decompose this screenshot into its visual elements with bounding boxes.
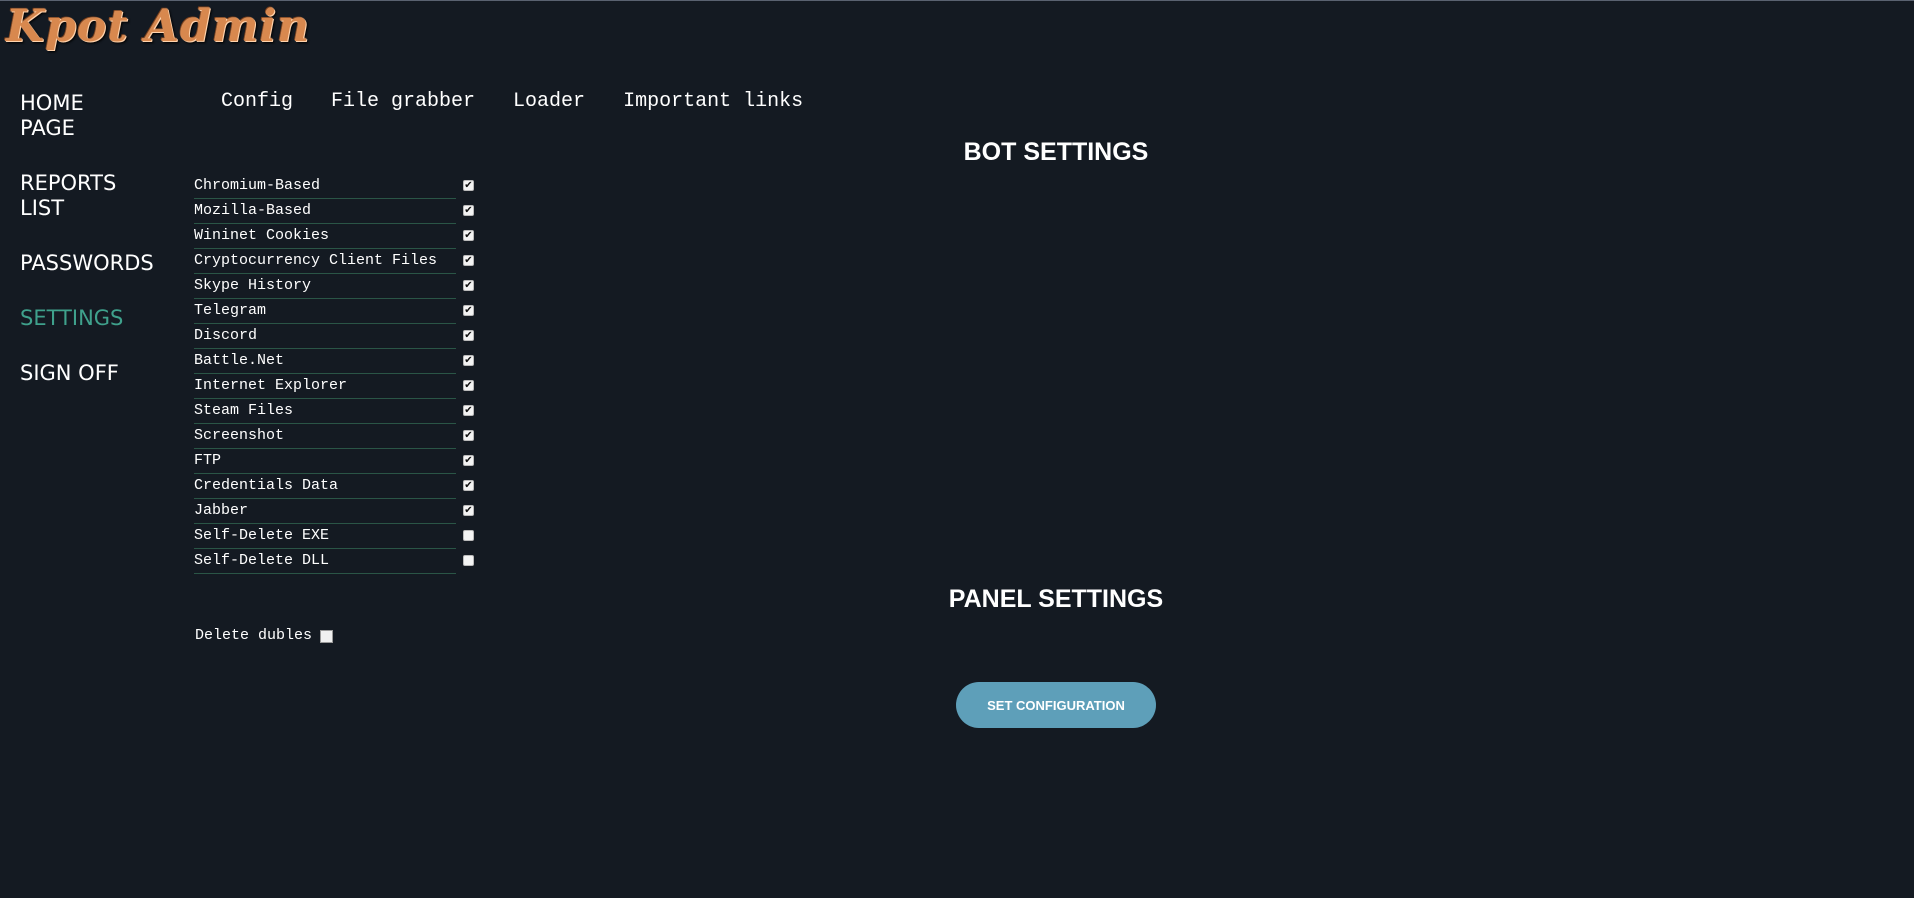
tab-file-grabber[interactable]: File grabber xyxy=(331,89,475,115)
bot-setting-label: Discord xyxy=(194,324,456,349)
bot-setting-checkbox[interactable]: ✔ xyxy=(463,430,474,441)
bot-setting-row: Cryptocurrency Client Files ✔ xyxy=(194,249,484,274)
bot-setting-row: Chromium-Based ✔ xyxy=(194,174,484,199)
bot-setting-row: Jabber ✔ xyxy=(194,499,484,524)
bot-setting-label: Telegram xyxy=(194,299,456,324)
delete-dubles-checkbox[interactable] xyxy=(320,630,334,643)
bot-setting-row: Self-Delete EXE xyxy=(194,524,484,549)
bot-setting-row: Discord ✔ xyxy=(194,324,484,349)
delete-dubles-label: Delete dubles xyxy=(195,627,313,644)
sidebar-item-passwords[interactable]: PASSWORDS xyxy=(20,251,154,276)
bot-setting-row: Battle.Net ✔ xyxy=(194,349,484,374)
bot-setting-checkbox[interactable]: ✔ xyxy=(463,330,474,341)
bot-setting-row: Screenshot ✔ xyxy=(194,424,484,449)
sidebar-item-settings[interactable]: SETTINGS xyxy=(20,306,130,331)
delete-dubles-option: Delete dubles xyxy=(195,627,334,644)
bot-setting-label: Internet Explorer xyxy=(194,374,456,399)
bot-setting-label: Wininet Cookies xyxy=(194,224,456,249)
bot-setting-label: Chromium-Based xyxy=(194,174,456,199)
bot-setting-checkbox[interactable] xyxy=(463,530,474,541)
bot-setting-row: Credentials Data ✔ xyxy=(194,474,484,499)
bot-setting-checkbox[interactable]: ✔ xyxy=(463,380,474,391)
bot-setting-row: Steam Files ✔ xyxy=(194,399,484,424)
bot-setting-checkbox[interactable]: ✔ xyxy=(463,205,474,216)
bot-setting-checkbox[interactable]: ✔ xyxy=(463,355,474,366)
bot-setting-checkbox[interactable] xyxy=(463,555,474,566)
bot-settings-title: BOT SETTINGS xyxy=(963,138,1149,166)
bot-setting-row: FTP ✔ xyxy=(194,449,484,474)
panel-settings-title: PANEL SETTINGS xyxy=(948,585,1164,613)
bot-setting-checkbox[interactable]: ✔ xyxy=(463,280,474,291)
bot-setting-label: Self-Delete DLL xyxy=(194,549,456,574)
tab-config[interactable]: Config xyxy=(221,89,293,115)
bot-setting-checkbox[interactable]: ✔ xyxy=(463,230,474,241)
bot-setting-row: Telegram ✔ xyxy=(194,299,484,324)
bot-setting-checkbox[interactable]: ✔ xyxy=(463,255,474,266)
sidebar-item-sign-off[interactable]: SIGN OFF xyxy=(20,361,130,386)
sidebar-item-home-page[interactable]: HOME PAGE xyxy=(20,91,130,141)
bot-setting-checkbox[interactable]: ✔ xyxy=(463,180,474,191)
bot-setting-checkbox[interactable]: ✔ xyxy=(463,305,474,316)
bot-setting-label: Screenshot xyxy=(194,424,456,449)
bot-setting-checkbox[interactable]: ✔ xyxy=(463,405,474,416)
bot-settings-list: Chromium-Based ✔ Mozilla-Based ✔ Wininet Coo… xyxy=(194,174,484,574)
bot-setting-row: Skype History ✔ xyxy=(194,274,484,299)
bot-setting-row: Self-Delete DLL xyxy=(194,549,484,574)
bot-setting-label: Battle.Net xyxy=(194,349,456,374)
bot-setting-row: Mozilla-Based ✔ xyxy=(194,199,484,224)
bot-setting-checkbox[interactable]: ✔ xyxy=(463,480,474,491)
sidebar-item-reports-list[interactable]: REPORTS LIST xyxy=(20,171,130,221)
bot-setting-label: Self-Delete EXE xyxy=(194,524,456,549)
bot-setting-row: Internet Explorer ✔ xyxy=(194,374,484,399)
bot-setting-label: FTP xyxy=(194,449,456,474)
bot-setting-label: Jabber xyxy=(194,499,456,524)
app-logo: Kpot Admin xyxy=(6,1,311,52)
bot-setting-row: Wininet Cookies ✔ xyxy=(194,224,484,249)
bot-setting-label: Mozilla-Based xyxy=(194,199,456,224)
tab-loader[interactable]: Loader xyxy=(513,89,585,115)
bot-setting-checkbox[interactable]: ✔ xyxy=(463,455,474,466)
bot-setting-label: Credentials Data xyxy=(194,474,456,499)
set-configuration-button[interactable]: SET CONFIGURATION xyxy=(956,682,1156,728)
tab-important-links[interactable]: Important links xyxy=(623,89,803,115)
bot-setting-checkbox[interactable]: ✔ xyxy=(463,505,474,516)
bot-setting-label: Cryptocurrency Client Files xyxy=(194,249,456,274)
bot-setting-label: Steam Files xyxy=(194,399,456,424)
settings-tabs: Config File grabber Loader Important lin… xyxy=(221,89,841,115)
bot-setting-label: Skype History xyxy=(194,274,456,299)
